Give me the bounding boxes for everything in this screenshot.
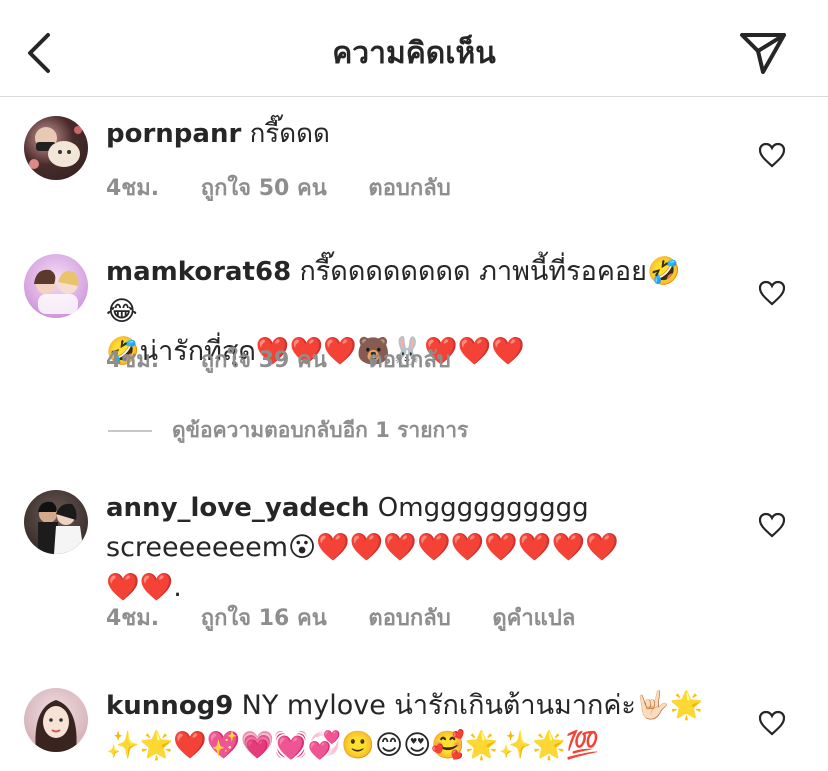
comment-text: Omgggggggggg [377, 493, 589, 523]
heart-outline-icon [758, 280, 786, 306]
comment-likes[interactable]: ถูกใจ 50 คน [201, 176, 327, 201]
comment-body: pornpanr กรี๊ดดด [106, 114, 706, 154]
comment-item: mamkorat68 กรี๊ดดดดดดดด ภาพนี้ที่รอคอย🤣😂… [0, 254, 828, 384]
page-title: ความคิดเห็น [332, 36, 496, 71]
heart-outline-icon [758, 512, 786, 538]
comment-text: NY mylove น่ารักเกินต้านมากค่ะ🤟🏻🌟 [241, 690, 704, 721]
avatar[interactable] [24, 688, 88, 752]
reply-button[interactable]: ตอบกลับ [368, 606, 450, 631]
like-button[interactable] [758, 142, 786, 168]
translate-button[interactable]: ดูคำแปล [492, 606, 575, 631]
comment-body: anny_love_yadech Omgggggggggg screeeeeee… [106, 488, 706, 608]
avatar[interactable] [24, 116, 88, 180]
comment-body: kunnog9 NY mylove น่ารักเกินต้านมากค่ะ🤟🏻… [106, 686, 706, 766]
comment-username[interactable]: pornpanr [106, 119, 241, 149]
header-bar: ความคิดเห็น [0, 0, 828, 97]
comment-username[interactable]: kunnog9 [106, 691, 233, 721]
comment-item: kunnog9 NY mylove น่ารักเกินต้านมากค่ะ🤟🏻… [0, 688, 828, 771]
reply-button[interactable]: ตอบกลับ [368, 348, 450, 373]
comment-time: 4ชม. [106, 176, 160, 201]
comment-item: pornpanr กรี๊ดดด 4ชม. ถูกใจ 50 คน ตอบกลั… [0, 116, 828, 206]
avatar[interactable] [24, 490, 88, 554]
divider-line [108, 430, 152, 432]
like-button[interactable] [758, 280, 786, 306]
avatar[interactable] [24, 254, 88, 318]
heart-outline-icon [758, 142, 786, 168]
like-button[interactable] [758, 710, 786, 736]
view-replies-button[interactable]: ดูข้อความตอบกลับอีก 1 รายการ [108, 414, 468, 446]
paper-plane-icon [740, 33, 786, 74]
reply-button[interactable]: ตอบกลับ [368, 176, 450, 201]
comment-time: 4ชม. [106, 348, 160, 373]
comment-item: anny_love_yadech Omgggggggggg screeeeeee… [0, 490, 828, 640]
comment-meta: 4ชม. ถูกใจ 50 คน ตอบกลับ [106, 170, 485, 205]
comment-text: กรี๊ดดด [249, 119, 330, 149]
comment-time: 4ชม. [106, 606, 160, 631]
comment-text-line2: screeeeeeem😮❤️❤️❤️❤️❤️❤️❤️❤️❤️ [106, 532, 619, 563]
view-replies-label: ดูข้อความตอบกลับอีก 1 รายการ [172, 418, 469, 442]
share-button[interactable] [738, 30, 788, 76]
comment-username[interactable]: mamkorat68 [106, 257, 291, 287]
comment-text-line2: ✨🌟❤️💖💗💓💞🙂😊😍🥰🌟✨🌟💯 [106, 730, 600, 761]
like-button[interactable] [758, 512, 786, 538]
comment-likes[interactable]: ถูกใจ 39 คน [201, 348, 327, 373]
comment-likes[interactable]: ถูกใจ 16 คน [201, 606, 327, 631]
comment-username[interactable]: anny_love_yadech [106, 493, 370, 523]
comment-meta: 4ชม. ถูกใจ 39 คน ตอบกลับ [106, 342, 485, 377]
comment-meta: 4ชม. ถูกใจ 16 คน ตอบกลับ ดูคำแปล [106, 600, 609, 635]
heart-outline-icon [758, 710, 786, 736]
